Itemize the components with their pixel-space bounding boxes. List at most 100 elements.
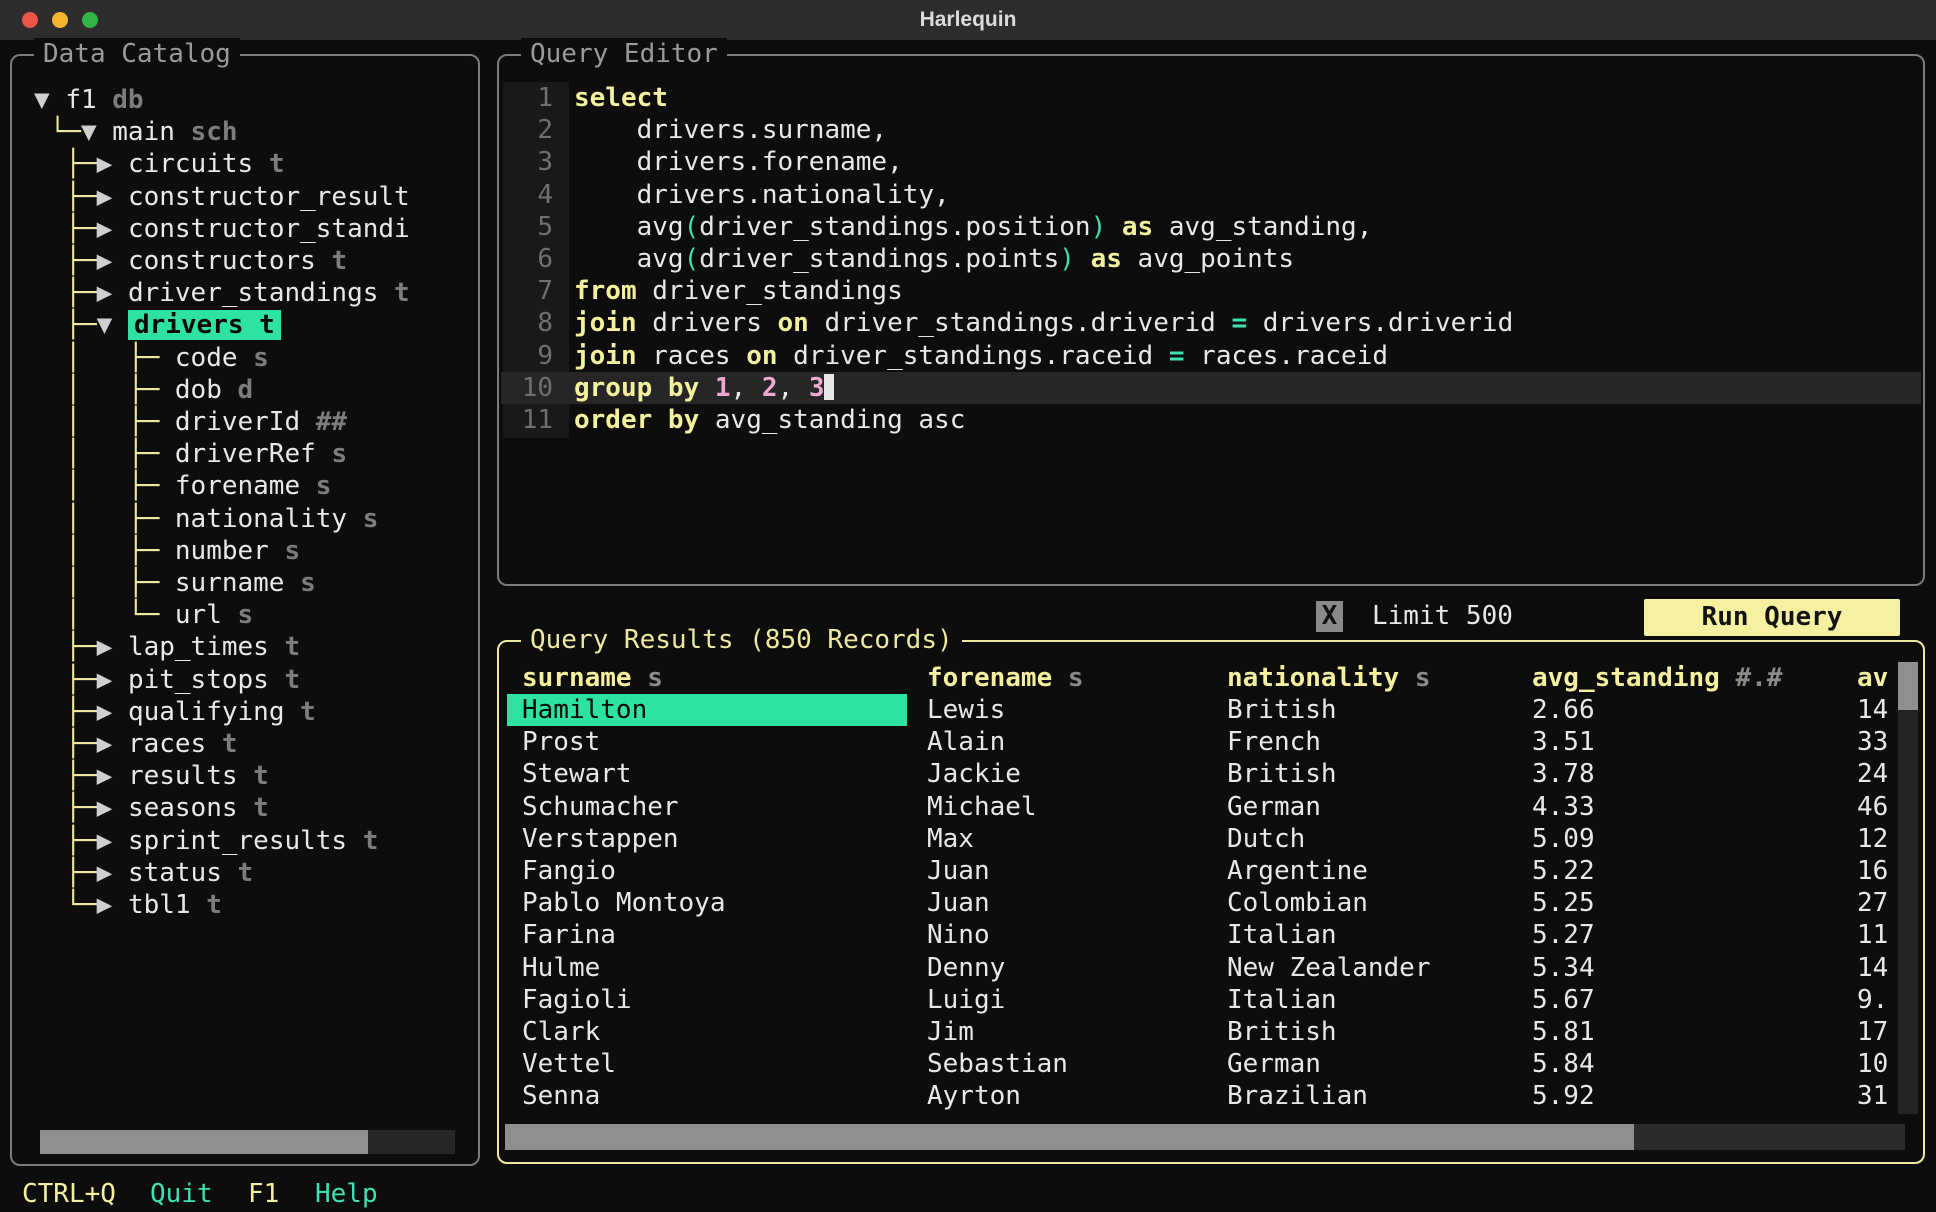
tree-item-driverRef[interactable]: │ ├─ driverRef s — [34, 438, 347, 470]
tree-item-results[interactable]: ├─▶ results t — [34, 760, 269, 792]
table-cell[interactable]: Brazilian — [1227, 1080, 1368, 1112]
editor-line-2[interactable]: 2 drivers.surname, — [501, 114, 1921, 146]
table-cell[interactable]: Argentine — [1227, 855, 1368, 887]
footer-action-help[interactable]: Help — [315, 1176, 378, 1212]
expand-icon[interactable]: ▶ — [97, 761, 128, 791]
table-row[interactable]: Prost Alain French 3.51 33 — [501, 726, 1899, 758]
results-vscrollbar-thumb[interactable] — [1898, 662, 1918, 710]
editor-line-11[interactable]: 11 order by avg_standing asc — [501, 404, 1921, 436]
table-cell[interactable]: Vettel — [522, 1048, 616, 1080]
catalog-scrollbar-thumb[interactable] — [40, 1130, 368, 1154]
table-row[interactable]: Farina Nino Italian 5.27 11 — [501, 919, 1899, 951]
table-cell[interactable]: Senna — [522, 1080, 600, 1112]
tree-item-races[interactable]: ├─▶ races t — [34, 728, 237, 760]
table-cell[interactable]: 5.34 — [1532, 952, 1595, 984]
tree-item-code[interactable]: │ ├─ code s — [34, 342, 269, 374]
tree-item-f1[interactable]: ▼ f1 db — [34, 84, 144, 116]
editor-line-8[interactable]: 8 join drivers on driver_standings.driver… — [501, 307, 1921, 339]
footer-action-quit[interactable]: Quit — [150, 1176, 213, 1212]
table-row[interactable]: Stewart Jackie British 3.78 24 — [501, 758, 1899, 790]
tree-item-constructors[interactable]: ├─▶ constructors t — [34, 245, 347, 277]
table-cell[interactable]: Luigi — [927, 984, 1005, 1016]
table-cell[interactable]: 24 — [1857, 758, 1888, 790]
expand-icon[interactable]: ▶ — [97, 697, 128, 727]
table-cell[interactable]: British — [1227, 1016, 1337, 1048]
table-cell[interactable]: Fagioli — [522, 984, 632, 1016]
table-row[interactable]: Vettel Sebastian German 5.84 10 — [501, 1048, 1899, 1080]
table-cell[interactable]: Pablo Montoya — [522, 887, 726, 919]
tree-item-dob[interactable]: │ ├─ dob d — [34, 374, 253, 406]
table-cell[interactable]: 14 — [1857, 694, 1888, 726]
tree-item-forename[interactable]: │ ├─ forename s — [34, 470, 331, 502]
expand-icon[interactable]: ▶ — [97, 632, 128, 662]
table-cell[interactable]: Clark — [522, 1016, 600, 1048]
tree-item-constructor_standi[interactable]: ├─▶ constructor_standi — [34, 213, 409, 245]
table-cell[interactable]: 31 — [1857, 1080, 1888, 1112]
table-cell[interactable]: 5.25 — [1532, 887, 1595, 919]
table-cell[interactable]: 33 — [1857, 726, 1888, 758]
table-row[interactable]: Hamilton Lewis British 2.66 14 — [501, 694, 1899, 726]
editor-line-5[interactable]: 5 avg(driver_standings.position) as avg_… — [501, 211, 1921, 243]
table-cell[interactable]: Italian — [1227, 919, 1337, 951]
table-row[interactable]: Fagioli Luigi Italian 5.67 9. — [501, 984, 1899, 1016]
table-cell[interactable]: Lewis — [927, 694, 1005, 726]
expand-icon[interactable]: ▶ — [97, 793, 128, 823]
expand-icon[interactable]: ▶ — [97, 214, 128, 244]
table-cell[interactable]: French — [1227, 726, 1321, 758]
table-cell[interactable]: Juan — [927, 887, 990, 919]
expand-icon[interactable]: ▶ — [97, 858, 128, 888]
results-vertical-scrollbar[interactable] — [1898, 662, 1918, 1114]
table-cell[interactable]: Denny — [927, 952, 1005, 984]
table-cell[interactable]: 17 — [1857, 1016, 1888, 1048]
tree-item-status[interactable]: ├─▶ status t — [34, 857, 253, 889]
table-cell[interactable]: Stewart — [522, 758, 632, 790]
table-cell[interactable]: Prost — [522, 726, 600, 758]
table-cell[interactable]: 2.66 — [1532, 694, 1595, 726]
table-cell[interactable]: 5.92 — [1532, 1080, 1595, 1112]
table-cell[interactable]: British — [1227, 694, 1337, 726]
collapse-icon[interactable]: ▼ — [34, 85, 65, 115]
tree-item-pit_stops[interactable]: ├─▶ pit_stops t — [34, 664, 300, 696]
table-cell[interactable]: Nino — [927, 919, 990, 951]
tree-item-nationality[interactable]: │ ├─ nationality s — [34, 503, 378, 535]
column-header-surname[interactable]: surname s — [522, 662, 663, 694]
expand-icon[interactable]: ▶ — [97, 729, 128, 759]
tree-item-surname[interactable]: │ ├─ surname s — [34, 567, 315, 599]
expand-icon[interactable]: ▶ — [97, 890, 128, 920]
table-cell[interactable]: 4.33 — [1532, 791, 1595, 823]
tree-item-url[interactable]: │ └─ url s — [34, 599, 253, 631]
table-cell[interactable]: Jim — [927, 1016, 974, 1048]
collapse-icon[interactable]: ▼ — [81, 117, 112, 147]
table-cell[interactable]: Jackie — [927, 758, 1021, 790]
table-cell[interactable]: Ayrton — [927, 1080, 1021, 1112]
run-query-button[interactable]: Run Query — [1644, 599, 1900, 636]
editor-line-7[interactable]: 7 from driver_standings — [501, 275, 1921, 307]
table-cell[interactable]: 5.09 — [1532, 823, 1595, 855]
table-cell[interactable]: Michael — [927, 791, 1037, 823]
table-cell[interactable]: Fangio — [522, 855, 616, 887]
limit-checkbox[interactable]: X — [1316, 601, 1343, 632]
table-cell[interactable]: 5.67 — [1532, 984, 1595, 1016]
table-cell[interactable]: 5.27 — [1532, 919, 1595, 951]
table-cell[interactable]: 14 — [1857, 952, 1888, 984]
expand-icon[interactable]: ▶ — [97, 826, 128, 856]
table-cell[interactable]: 16 — [1857, 855, 1888, 887]
table-cell[interactable]: New Zealander — [1227, 952, 1431, 984]
table-cell[interactable]: 11 — [1857, 919, 1888, 951]
editor-line-6[interactable]: 6 avg(driver_standings.points) as avg_po… — [501, 243, 1921, 275]
table-cell[interactable]: Verstappen — [522, 823, 679, 855]
table-row[interactable]: Fangio Juan Argentine 5.22 16 — [501, 855, 1899, 887]
table-cell[interactable]: British — [1227, 758, 1337, 790]
column-header-av[interactable]: av — [1857, 662, 1888, 694]
expand-icon[interactable]: ▶ — [97, 149, 128, 179]
table-cell[interactable]: Juan — [927, 855, 990, 887]
table-row[interactable]: Clark Jim British 5.81 17 — [501, 1016, 1899, 1048]
table-cell[interactable]: Colombian — [1227, 887, 1368, 919]
selected-cell[interactable]: Hamilton — [507, 694, 907, 726]
table-cell[interactable]: 46 — [1857, 791, 1888, 823]
tree-item-lap_times[interactable]: ├─▶ lap_times t — [34, 631, 300, 663]
expand-icon[interactable]: ▶ — [97, 182, 128, 212]
tree-item-sprint_results[interactable]: ├─▶ sprint_results t — [34, 825, 378, 857]
expand-icon[interactable]: ▶ — [97, 246, 128, 276]
table-cell[interactable]: 3.78 — [1532, 758, 1595, 790]
